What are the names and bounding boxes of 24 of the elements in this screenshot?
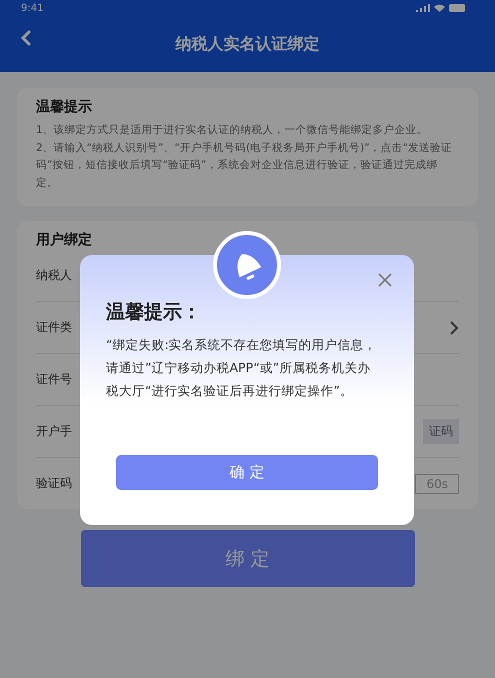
field-label: 纳税人 bbox=[36, 266, 72, 284]
field-label: 证件类 bbox=[36, 319, 72, 336]
notice-text: 2、请输入“纳税人识别号”、“开户手机号码(电子税务局开户手机号)”，点击“发送验证码”按钮，短信接收后填写“验证码”，系统会对企业信息进行验证，验证通过完成绑定。 bbox=[36, 140, 454, 190]
status-time: 9:41 bbox=[21, 2, 44, 14]
field-label: 证件号 bbox=[36, 371, 72, 388]
countdown-timer: 60s bbox=[415, 474, 459, 494]
back-button[interactable] bbox=[20, 30, 32, 46]
dialog-message: “绑定失败:实名系统不存在您填写的用户信息，请通过”辽宁移动办税APP“或”所属税务机关办税大厅“进行实名验证后再进行绑定操作”。 bbox=[106, 336, 378, 400]
binding-title: 用户绑定 bbox=[36, 231, 93, 249]
close-button[interactable] bbox=[378, 273, 392, 287]
signal-icon bbox=[416, 4, 430, 12]
confirm-button[interactable]: 确 定 bbox=[116, 455, 378, 490]
field-label: 开户手 bbox=[36, 423, 72, 440]
page-title: 纳税人实名认证绑定 bbox=[176, 34, 320, 54]
dialog-title: 温馨提示： bbox=[106, 300, 202, 325]
send-code-button[interactable]: 证码 bbox=[423, 419, 459, 444]
notice-title: 温馨提示 bbox=[36, 98, 93, 116]
notice-text: 1、该绑定方式只是适用于进行实名认证的纳税人，一个微信号能绑定多户企业。 bbox=[36, 123, 429, 138]
battery-icon bbox=[449, 4, 465, 12]
wifi-icon bbox=[434, 4, 445, 12]
bind-button[interactable]: 绑 定 bbox=[80, 530, 414, 587]
chevron-icon[interactable] bbox=[449, 320, 459, 336]
bell-icon bbox=[213, 231, 281, 299]
field-label: 验证码 bbox=[36, 475, 72, 492]
